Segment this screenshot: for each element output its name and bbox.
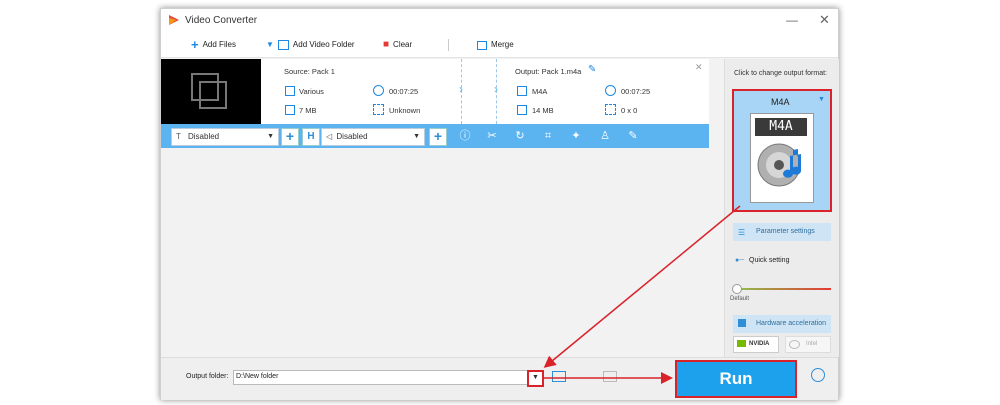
annotation-arrows	[543, 205, 741, 384]
arrow-to-folder-dropdown	[543, 205, 741, 368]
